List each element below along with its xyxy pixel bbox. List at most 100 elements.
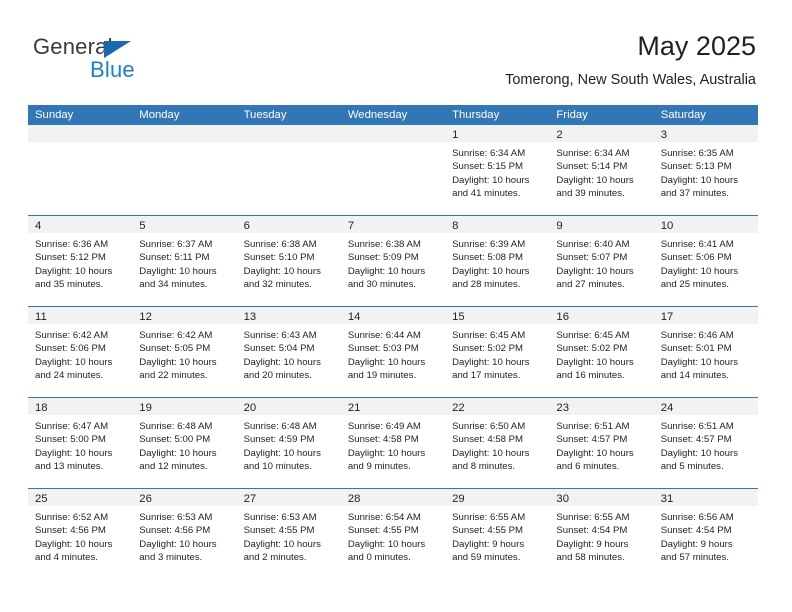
day-detail-line: Daylight: 10 hours bbox=[556, 174, 634, 186]
day-number-band: 29 bbox=[445, 489, 550, 506]
day-cell-body: Sunrise: 6:53 AM Sunset: 4:55 PM Daylight:… bbox=[237, 506, 341, 565]
day-cell[interactable]: 14 Sunrise: 6:44 AM Sunset: 5:03 PM Dayligh… bbox=[340, 307, 446, 397]
day-cell-body: Sunrise: 6:34 AM Sunset: 5:14 PM Daylight:… bbox=[549, 142, 653, 201]
day-number-band: 23 bbox=[549, 398, 654, 415]
general-blue-logo[interactable]: General Blue bbox=[33, 34, 223, 90]
day-detail-line: Sunrise: 6:49 AM bbox=[347, 421, 421, 432]
day-cell[interactable]: 9 Sunrise: 6:40 AM Sunset: 5:07 PM Daylight… bbox=[549, 216, 654, 306]
day-cell[interactable]: 25 Sunrise: 6:52 AM Sunset: 4:56 PM Dayligh… bbox=[28, 489, 133, 579]
day-cell[interactable]: 27 Sunrise: 6:53 AM Sunset: 4:55 PM Dayligh… bbox=[236, 489, 341, 579]
day-number-band: 19 bbox=[132, 398, 237, 415]
day-cell[interactable]: 7 Sunrise: 6:38 AM Sunset: 5:09 PM Daylight… bbox=[340, 216, 446, 306]
day-detail-line: Sunset: 4:55 PM bbox=[243, 525, 315, 537]
day-cell[interactable]: 13 Sunrise: 6:43 AM Sunset: 5:04 PM Dayligh… bbox=[236, 307, 341, 397]
day-number: 1 bbox=[452, 129, 459, 141]
day-number: 3 bbox=[660, 129, 667, 141]
day-cell[interactable]: 23 Sunrise: 6:51 AM Sunset: 4:57 PM Dayligh… bbox=[549, 398, 654, 488]
day-detail-line: Sunset: 5:00 PM bbox=[139, 434, 211, 446]
day-number-band: 11 bbox=[28, 307, 133, 324]
day-cell-body: Sunrise: 6:39 AM Sunset: 5:08 PM Daylight:… bbox=[445, 233, 549, 292]
day-cell[interactable]: 10 Sunrise: 6:41 AM Sunset: 5:06 PM Dayligh… bbox=[653, 216, 758, 306]
day-cell[interactable]: 1 Sunrise: 6:34 AM Sunset: 5:15 PM Daylight… bbox=[445, 125, 550, 215]
day-detail-line: Sunrise: 6:48 AM bbox=[139, 421, 213, 432]
day-number-band: 31 bbox=[653, 489, 758, 506]
day-number-band: 18 bbox=[28, 398, 133, 415]
day-cell-body bbox=[132, 142, 236, 147]
day-number: 10 bbox=[660, 220, 674, 232]
day-detail-line: Sunrise: 6:51 AM bbox=[556, 421, 630, 432]
day-cell[interactable]: 19 Sunrise: 6:48 AM Sunset: 5:00 PM Dayligh… bbox=[132, 398, 237, 488]
day-cell-body: Sunrise: 6:43 AM Sunset: 5:04 PM Daylight:… bbox=[237, 324, 341, 383]
day-detail-line: Sunrise: 6:45 AM bbox=[452, 330, 526, 341]
day-detail-line: Sunrise: 6:48 AM bbox=[243, 421, 317, 432]
day-cell[interactable]: 20 Sunrise: 6:48 AM Sunset: 4:59 PM Dayligh… bbox=[236, 398, 341, 488]
day-cell-body: Sunrise: 6:35 AM Sunset: 5:13 PM Daylight:… bbox=[654, 142, 758, 201]
day-detail-line: and 41 minutes. bbox=[452, 188, 521, 200]
day-detail-line: and 30 minutes. bbox=[347, 279, 417, 291]
day-cell[interactable]: 24 Sunrise: 6:51 AM Sunset: 4:57 PM Dayligh… bbox=[653, 398, 758, 488]
day-cell[interactable]: 22 Sunrise: 6:50 AM Sunset: 4:58 PM Dayligh… bbox=[445, 398, 550, 488]
day-number-band bbox=[236, 125, 341, 142]
day-detail-line: Sunrise: 6:34 AM bbox=[556, 148, 630, 159]
day-detail-line: Daylight: 10 hours bbox=[347, 447, 426, 459]
day-cell[interactable]: 29 Sunrise: 6:55 AM Sunset: 4:55 PM Dayligh… bbox=[445, 489, 550, 579]
day-detail-line: Sunrise: 6:38 AM bbox=[347, 239, 421, 250]
day-cell[interactable]: 21 Sunrise: 6:49 AM Sunset: 4:58 PM Dayligh… bbox=[340, 398, 446, 488]
day-cell[interactable]: 4 Sunrise: 6:36 AM Sunset: 5:12 PM Daylight… bbox=[28, 216, 133, 306]
day-detail-line: Sunset: 5:05 PM bbox=[139, 343, 211, 355]
calendar-week-row: 25 Sunrise: 6:52 AM Sunset: 4:56 PM Dayligh… bbox=[28, 488, 758, 579]
day-cell[interactable]: 17 Sunrise: 6:46 AM Sunset: 5:01 PM Dayligh… bbox=[653, 307, 758, 397]
day-detail-line: Sunrise: 6:46 AM bbox=[660, 330, 734, 341]
calendar-week-row: 18 Sunrise: 6:47 AM Sunset: 5:00 PM Dayligh… bbox=[28, 397, 758, 488]
day-number: 21 bbox=[347, 402, 361, 414]
day-cell[interactable]: 26 Sunrise: 6:53 AM Sunset: 4:56 PM Dayligh… bbox=[132, 489, 237, 579]
day-detail-line: Sunset: 5:04 PM bbox=[243, 343, 315, 355]
day-cell[interactable]: 31 Sunrise: 6:56 AM Sunset: 4:54 PM Dayligh… bbox=[653, 489, 758, 579]
day-number: 23 bbox=[556, 402, 569, 414]
day-detail-line: Sunset: 4:54 PM bbox=[556, 525, 628, 537]
day-number-band: 22 bbox=[445, 398, 550, 415]
calendar-weeks: 1 Sunrise: 6:34 AM Sunset: 5:15 PM Daylight… bbox=[28, 125, 758, 579]
day-cell-body: Sunrise: 6:36 AM Sunset: 5:12 PM Daylight:… bbox=[28, 233, 132, 292]
day-cell[interactable]: 15 Sunrise: 6:45 AM Sunset: 5:02 PM Dayligh… bbox=[445, 307, 550, 397]
weekday-header-tuesday: Tuesday bbox=[243, 109, 287, 121]
day-detail-line: Daylight: 10 hours bbox=[35, 356, 113, 368]
day-cell[interactable]: 2 Sunrise: 6:34 AM Sunset: 5:14 PM Daylight… bbox=[549, 125, 654, 215]
day-detail-line: Sunrise: 6:51 AM bbox=[660, 421, 734, 432]
day-number: 2 bbox=[556, 129, 563, 141]
day-number: 25 bbox=[35, 493, 48, 505]
day-cell[interactable]: 3 Sunrise: 6:35 AM Sunset: 5:13 PM Daylight… bbox=[653, 125, 758, 215]
day-cell[interactable]: 8 Sunrise: 6:39 AM Sunset: 5:08 PM Daylight… bbox=[445, 216, 550, 306]
day-number-band: 12 bbox=[132, 307, 237, 324]
day-detail-line: Sunset: 5:06 PM bbox=[35, 343, 106, 355]
day-detail-line: Daylight: 10 hours bbox=[660, 265, 739, 277]
day-number: 13 bbox=[243, 311, 257, 323]
day-detail-line: Daylight: 10 hours bbox=[139, 265, 217, 277]
day-cell[interactable]: 11 Sunrise: 6:42 AM Sunset: 5:06 PM Dayligh… bbox=[28, 307, 133, 397]
weekday-header-monday: Monday bbox=[139, 109, 180, 121]
day-detail-line: Daylight: 10 hours bbox=[347, 538, 426, 550]
day-number: 29 bbox=[452, 493, 465, 505]
day-detail-line: Daylight: 10 hours bbox=[139, 538, 217, 550]
day-number-band: 13 bbox=[236, 307, 341, 324]
day-cell-empty bbox=[340, 125, 446, 215]
day-detail-line: and 14 minutes. bbox=[660, 370, 729, 382]
day-cell[interactable]: 16 Sunrise: 6:45 AM Sunset: 5:02 PM Dayligh… bbox=[549, 307, 654, 397]
day-cell[interactable]: 30 Sunrise: 6:55 AM Sunset: 4:54 PM Dayligh… bbox=[549, 489, 654, 579]
day-cell[interactable]: 5 Sunrise: 6:37 AM Sunset: 5:11 PM Daylight… bbox=[132, 216, 237, 306]
day-detail-line: and 4 minutes. bbox=[35, 552, 98, 564]
day-cell-body: Sunrise: 6:50 AM Sunset: 4:58 PM Daylight:… bbox=[445, 415, 549, 474]
day-detail-line: and 6 minutes. bbox=[556, 461, 620, 473]
day-cell[interactable]: 6 Sunrise: 6:38 AM Sunset: 5:10 PM Daylight… bbox=[236, 216, 341, 306]
day-detail-line: Daylight: 10 hours bbox=[452, 174, 530, 186]
day-cell[interactable]: 28 Sunrise: 6:54 AM Sunset: 4:55 PM Dayligh… bbox=[340, 489, 446, 579]
day-number: 19 bbox=[139, 402, 152, 414]
day-cell[interactable]: 12 Sunrise: 6:42 AM Sunset: 5:05 PM Dayligh… bbox=[132, 307, 237, 397]
day-number: 30 bbox=[556, 493, 569, 505]
day-number-band: 17 bbox=[653, 307, 758, 324]
day-cell-body: Sunrise: 6:53 AM Sunset: 4:56 PM Daylight:… bbox=[132, 506, 236, 565]
day-cell-body bbox=[28, 142, 132, 147]
day-detail-line: Daylight: 10 hours bbox=[243, 538, 321, 550]
title-block: May 2025 Tomerong, New South Wales, Aust… bbox=[505, 30, 756, 90]
day-cell[interactable]: 18 Sunrise: 6:47 AM Sunset: 5:00 PM Dayligh… bbox=[28, 398, 133, 488]
